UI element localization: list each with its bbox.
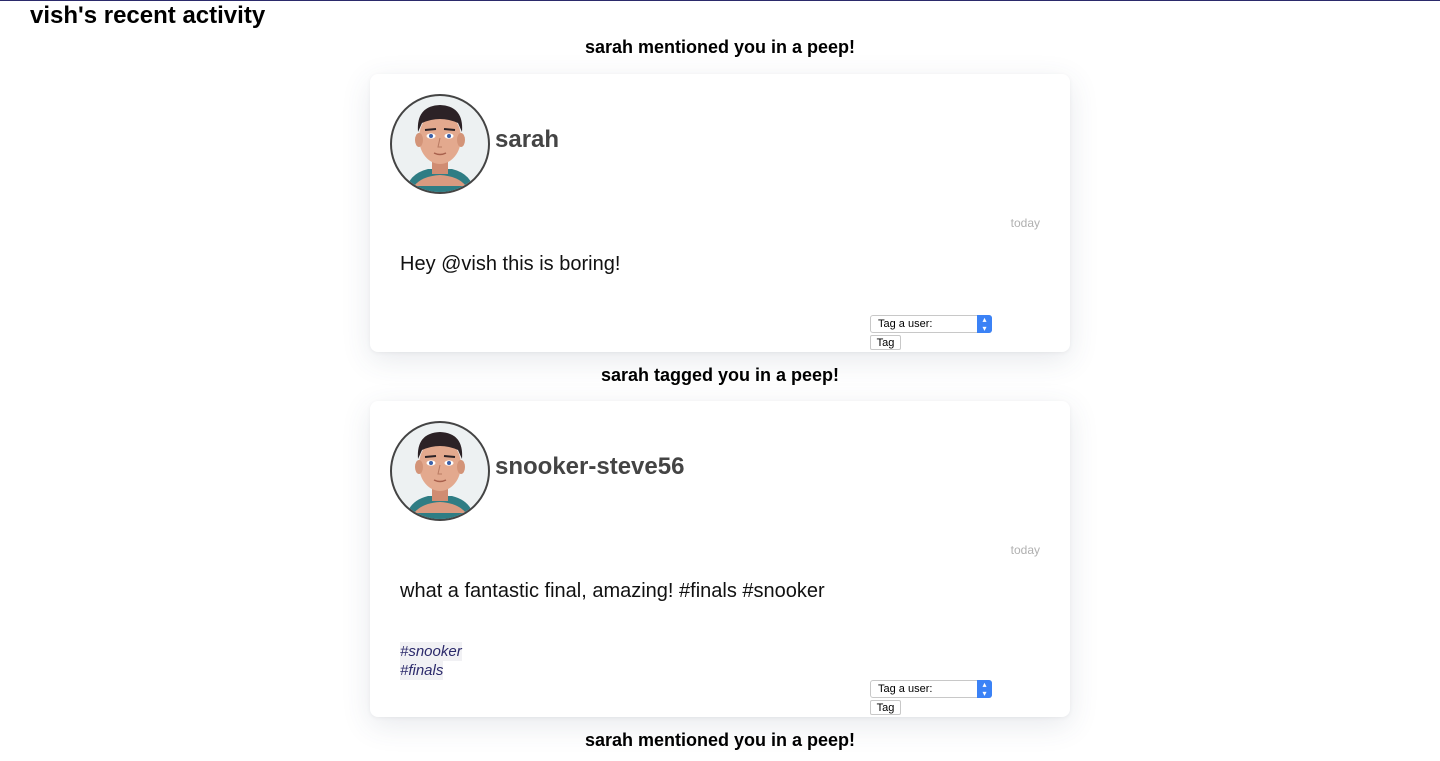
hashtag-link[interactable]: #finals: [400, 661, 444, 680]
up-down-chevron-icon: ▴ ▾: [977, 680, 992, 698]
peep-timestamp: today: [1010, 543, 1040, 557]
tag-user-select-value: Tag a user:: [878, 318, 933, 330]
tag-user-form: Tag a user: ▴ ▾ Tag: [870, 315, 992, 351]
avatar-icon[interactable]: [390, 421, 490, 521]
tag-user-select-value: Tag a user:: [878, 683, 933, 695]
peep-username[interactable]: sarah: [495, 126, 559, 154]
peep-card: snooker-steve56 today what a fantastic f…: [370, 401, 1070, 717]
activity-heading: sarah mentioned you in a peep!: [584, 37, 856, 57]
up-down-chevron-icon: ▴ ▾: [977, 315, 992, 333]
avatar-icon[interactable]: [390, 94, 490, 194]
peep-timestamp: today: [1010, 216, 1040, 230]
activity-heading: sarah tagged you in a peep!: [600, 365, 840, 385]
tag-user-select[interactable]: Tag a user: ▴ ▾: [870, 315, 992, 333]
page-title: vish's recent activity: [30, 2, 266, 29]
tag-user-form: Tag a user: ▴ ▾ Tag: [870, 680, 992, 716]
peep-content: what a fantastic final, amazing! #finals…: [400, 580, 825, 602]
peep-content: Hey @vish this is boring!: [400, 253, 621, 275]
peep-card: sarah today Hey @vish this is boring! Ta…: [370, 74, 1070, 352]
activity-heading: sarah mentioned you in a peep!: [584, 730, 856, 750]
tag-button[interactable]: Tag: [870, 700, 901, 715]
peep-hashtags: #snooker #finals: [400, 642, 462, 680]
tag-user-select[interactable]: Tag a user: ▴ ▾: [870, 680, 992, 698]
hashtag-link[interactable]: #snooker: [400, 642, 462, 661]
peep-username[interactable]: snooker-steve56: [495, 453, 684, 481]
tag-button[interactable]: Tag: [870, 335, 901, 350]
